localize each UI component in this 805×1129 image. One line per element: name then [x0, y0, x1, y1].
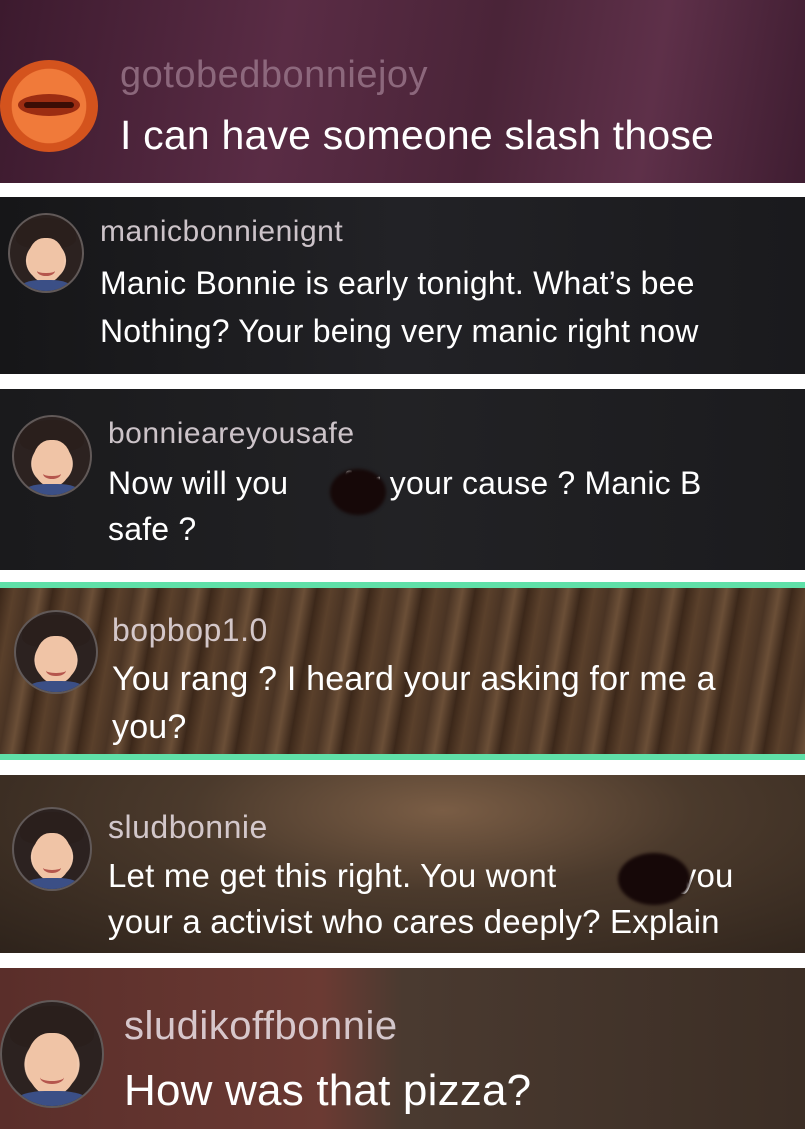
comment-username[interactable]: manicbonnienignt [100, 215, 343, 249]
comment-panel-1: gotobedbonniejoy I can have someone slas… [0, 0, 805, 183]
comment-panel-6: sludikoffbonnie How was that pizza? [0, 968, 805, 1129]
comment-username[interactable]: sludbonnie [108, 809, 268, 846]
redaction-mark [330, 469, 386, 515]
lips-avatar-icon[interactable] [0, 60, 98, 152]
comment-username[interactable]: gotobedbonniejoy [120, 54, 428, 97]
comment-username[interactable]: sludikoffbonnie [124, 1004, 398, 1049]
comment-panel-2: manicbonnienignt Manic Bonnie is early t… [0, 197, 805, 374]
comment-username[interactable]: bonnieareyousafe [108, 417, 355, 451]
comment-text-line-1: You rang ? I heard your asking for me a [112, 660, 716, 698]
user-avatar[interactable] [12, 807, 92, 891]
user-avatar[interactable] [0, 1000, 104, 1108]
comment-username[interactable]: bopbop1.0 [112, 612, 268, 649]
comment-panel-5: sludbonnie Let me get this right. You wo… [0, 775, 805, 953]
comment-text: I can have someone slash those [120, 112, 715, 158]
comment-panel-3: bonnieareyousafe Now will you for your c… [0, 389, 805, 570]
comment-text-line-1: Manic Bonnie is early tonight. What’s be… [100, 265, 695, 301]
comment-text-line-2: you? [112, 708, 187, 746]
comment-text-line-2: your a activist who cares deeply? Explai… [108, 903, 720, 940]
user-avatar[interactable] [14, 610, 98, 694]
comment-panel-4-highlighted: bopbop1.0 You rang ? I heard your asking… [0, 582, 805, 760]
user-avatar[interactable] [8, 213, 84, 293]
comment-text: How was that pizza? [124, 1066, 532, 1115]
comment-text-line-1: Now will you for your cause ? Manic B [108, 465, 702, 501]
comment-text-line-2: Nothing? Your being very manic right now [100, 313, 699, 349]
comment-text-line-2: safe ? [108, 511, 197, 547]
user-avatar[interactable] [12, 415, 92, 497]
redaction-mark [618, 853, 690, 905]
